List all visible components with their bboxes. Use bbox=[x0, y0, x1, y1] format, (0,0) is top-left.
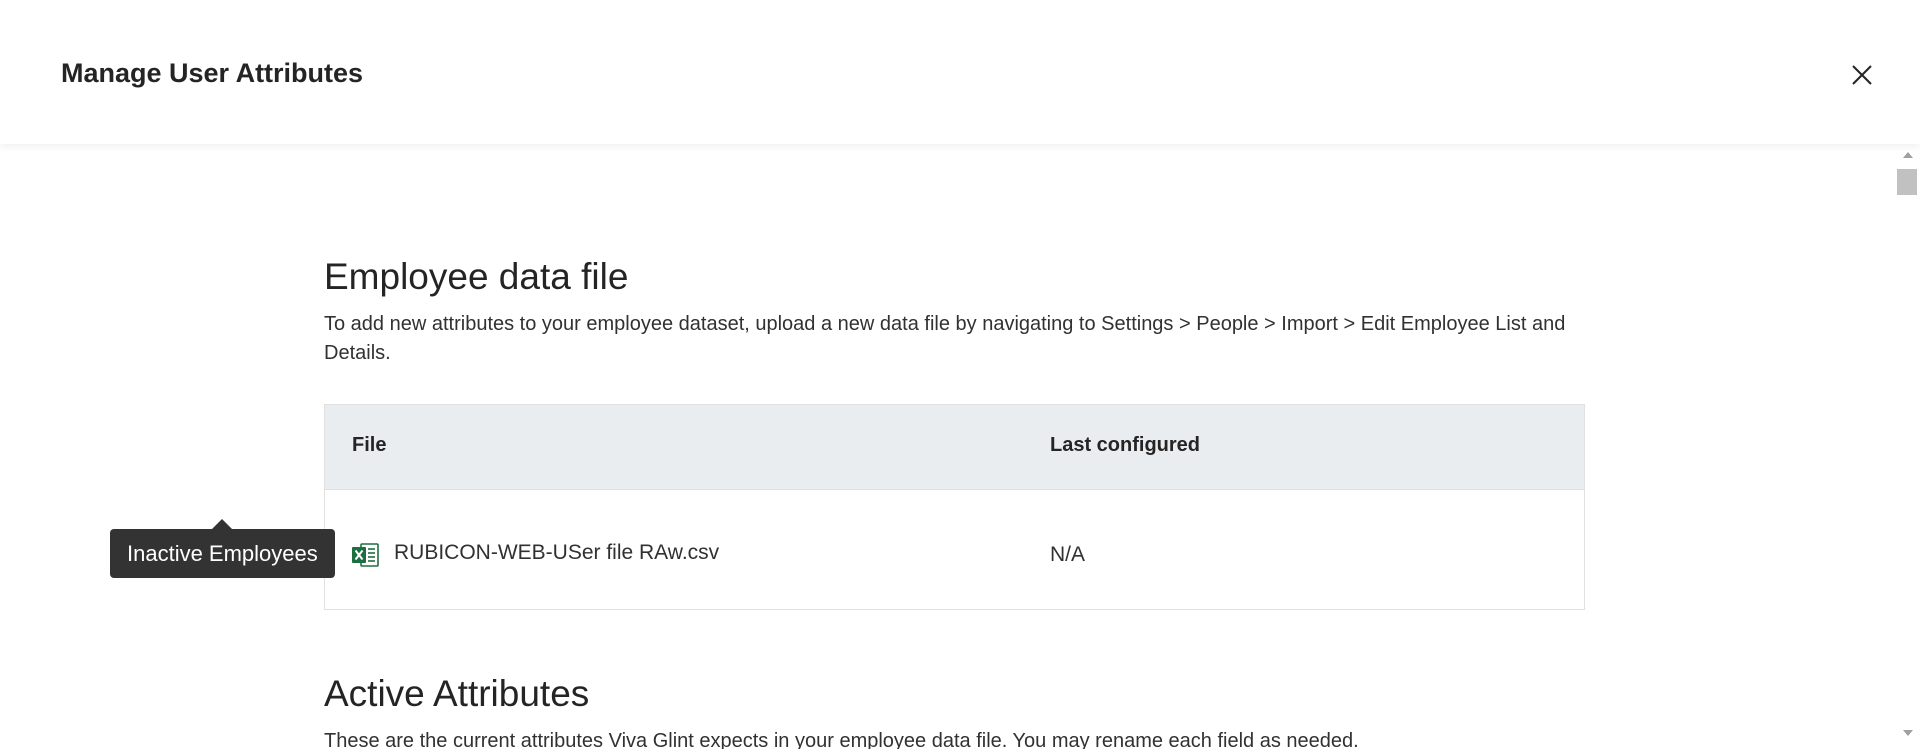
dialog-header: Manage User Attributes bbox=[0, 0, 1920, 144]
vertical-scrollbar[interactable] bbox=[1896, 144, 1920, 749]
active-attributes-title: Active Attributes bbox=[324, 673, 590, 714]
scroll-down-arrow-icon[interactable] bbox=[1903, 730, 1913, 736]
dialog-title: Manage User Attributes bbox=[61, 58, 364, 88]
data-file-table: File Last configured RUBICON-WEB-USer fi… bbox=[324, 404, 1585, 610]
tooltip: Inactive Employees bbox=[110, 529, 335, 578]
file-name[interactable]: RUBICON-WEB-USer file RAw.csv bbox=[394, 541, 719, 565]
table-header: File Last configured bbox=[325, 405, 1584, 490]
close-button[interactable] bbox=[1843, 56, 1881, 94]
employee-data-file-title: Employee data file bbox=[324, 256, 629, 297]
tooltip-arrow bbox=[212, 519, 232, 529]
employee-data-file-description: To add new attributes to your employee d… bbox=[324, 313, 1566, 364]
table-row: RUBICON-WEB-USer file RAw.csv N/A bbox=[325, 491, 1584, 609]
scroll-up-arrow-icon[interactable] bbox=[1903, 152, 1913, 158]
active-attributes-description: These are the current attributes Viva Gl… bbox=[324, 730, 1359, 749]
dialog-content: Employee data file To add new attributes… bbox=[0, 144, 1896, 749]
last-configured-value: N/A bbox=[1050, 543, 1086, 566]
excel-file-icon bbox=[352, 543, 379, 567]
column-header-file: File bbox=[352, 434, 387, 456]
close-icon bbox=[1852, 65, 1872, 85]
column-header-last-configured: Last configured bbox=[1050, 434, 1201, 456]
scrollbar-thumb[interactable] bbox=[1897, 169, 1917, 195]
